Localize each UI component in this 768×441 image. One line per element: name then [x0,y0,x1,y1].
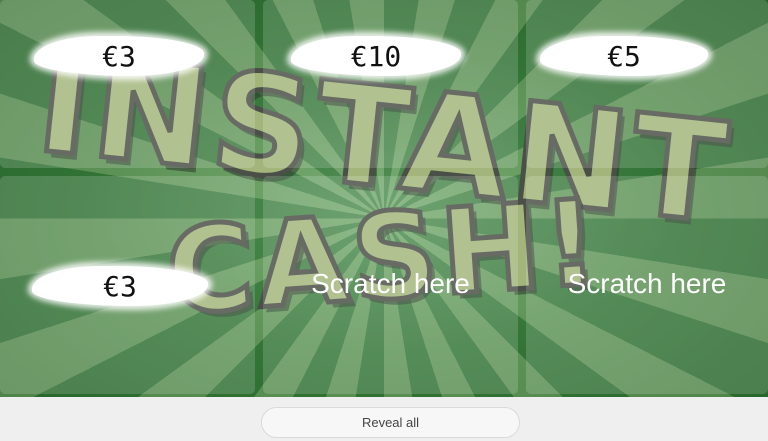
scratch-here-label: Scratch here [567,268,727,299]
prize-amount: €5 [540,36,708,76]
scratch-cell-4[interactable]: €3 [0,176,255,394]
scratch-cell-5[interactable]: Scratch here [263,176,518,394]
scratch-cell-2[interactable]: €10 [263,0,518,168]
prize-amount: €3 [34,36,204,76]
scratch-cell-6[interactable]: Scratch here [526,176,768,394]
scratch-here-label: Scratch here [311,268,470,299]
reveal-all-button[interactable]: Reveal all [261,407,520,438]
scratch-grid: €3 €10 €5 €3 Scratch here Scratch here [0,0,768,397]
scratch-cell-3[interactable]: €5 [526,0,768,168]
prize-amount: €10 [291,36,461,76]
prize-amount: €3 [32,266,208,306]
scratch-cell-1[interactable]: €3 [0,0,255,168]
